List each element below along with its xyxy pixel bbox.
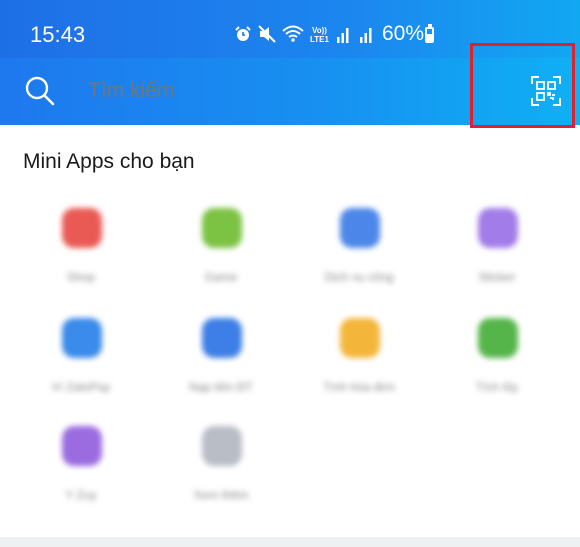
mini-app-label: Y Zuy xyxy=(65,488,97,502)
mini-app-item[interactable]: Tính hóa đơn xyxy=(304,308,414,408)
mini-app-icon xyxy=(478,318,518,358)
mini-app-icon xyxy=(340,318,380,358)
battery-icon xyxy=(425,27,434,43)
mini-app-item[interactable]: Sticker xyxy=(442,198,552,298)
mini-app-label: Dịch vụ công xyxy=(324,270,394,284)
mini-app-icon xyxy=(62,208,102,248)
search-input[interactable] xyxy=(88,79,388,103)
signal-icon xyxy=(337,28,349,43)
alarm-icon xyxy=(235,26,251,41)
mini-app-item[interactable]: Tích lũy xyxy=(442,308,552,408)
mini-app-icon xyxy=(340,208,380,248)
mini-app-label: Tính hóa đơn xyxy=(323,380,395,394)
mini-app-item[interactable]: Y Zuy xyxy=(26,416,136,516)
mini-app-icon xyxy=(202,318,242,358)
wifi-icon xyxy=(282,25,304,42)
mini-app-item[interactable]: Xem thêm xyxy=(166,416,276,516)
mini-app-icon xyxy=(202,426,242,466)
mini-app-label: Tích lũy xyxy=(475,380,518,394)
mini-app-icon xyxy=(478,208,518,248)
battery-percent: 60% xyxy=(382,22,425,45)
mini-apps-grid: Shop Game Dịch vụ công Sticker Ví ZaloPay Nạp… xyxy=(0,198,580,528)
bottom-divider xyxy=(0,537,580,547)
mini-app-icon xyxy=(62,318,102,358)
mini-app-item[interactable]: Nạp tiền ĐT xyxy=(166,308,276,408)
mini-app-icon xyxy=(62,426,102,466)
mini-app-label: Ví ZaloPay xyxy=(51,380,111,394)
mini-app-icon xyxy=(202,208,242,248)
signal-icon xyxy=(360,28,372,43)
mini-app-item[interactable]: Game xyxy=(166,198,276,298)
mini-app-label: Shop xyxy=(66,270,96,284)
mute-icon xyxy=(258,25,276,43)
status-time: 15:43 xyxy=(30,22,86,47)
qr-scan-icon[interactable] xyxy=(530,75,562,107)
mini-app-label: Game xyxy=(204,270,238,284)
mini-app-item[interactable]: Ví ZaloPay xyxy=(26,308,136,408)
section-title: Mini Apps cho bạn xyxy=(23,150,195,173)
mini-app-item[interactable]: Shop xyxy=(26,198,136,298)
battery-level xyxy=(427,33,432,41)
mini-app-label: Xem thêm xyxy=(193,488,249,502)
mini-app-item[interactable]: Dịch vụ công xyxy=(304,198,414,298)
mini-app-label: Sticker xyxy=(478,270,516,284)
mini-app-label: Nạp tiền ĐT xyxy=(188,380,254,394)
network-type: Vo)) LTE1 xyxy=(310,26,329,44)
search-icon[interactable] xyxy=(24,75,56,107)
